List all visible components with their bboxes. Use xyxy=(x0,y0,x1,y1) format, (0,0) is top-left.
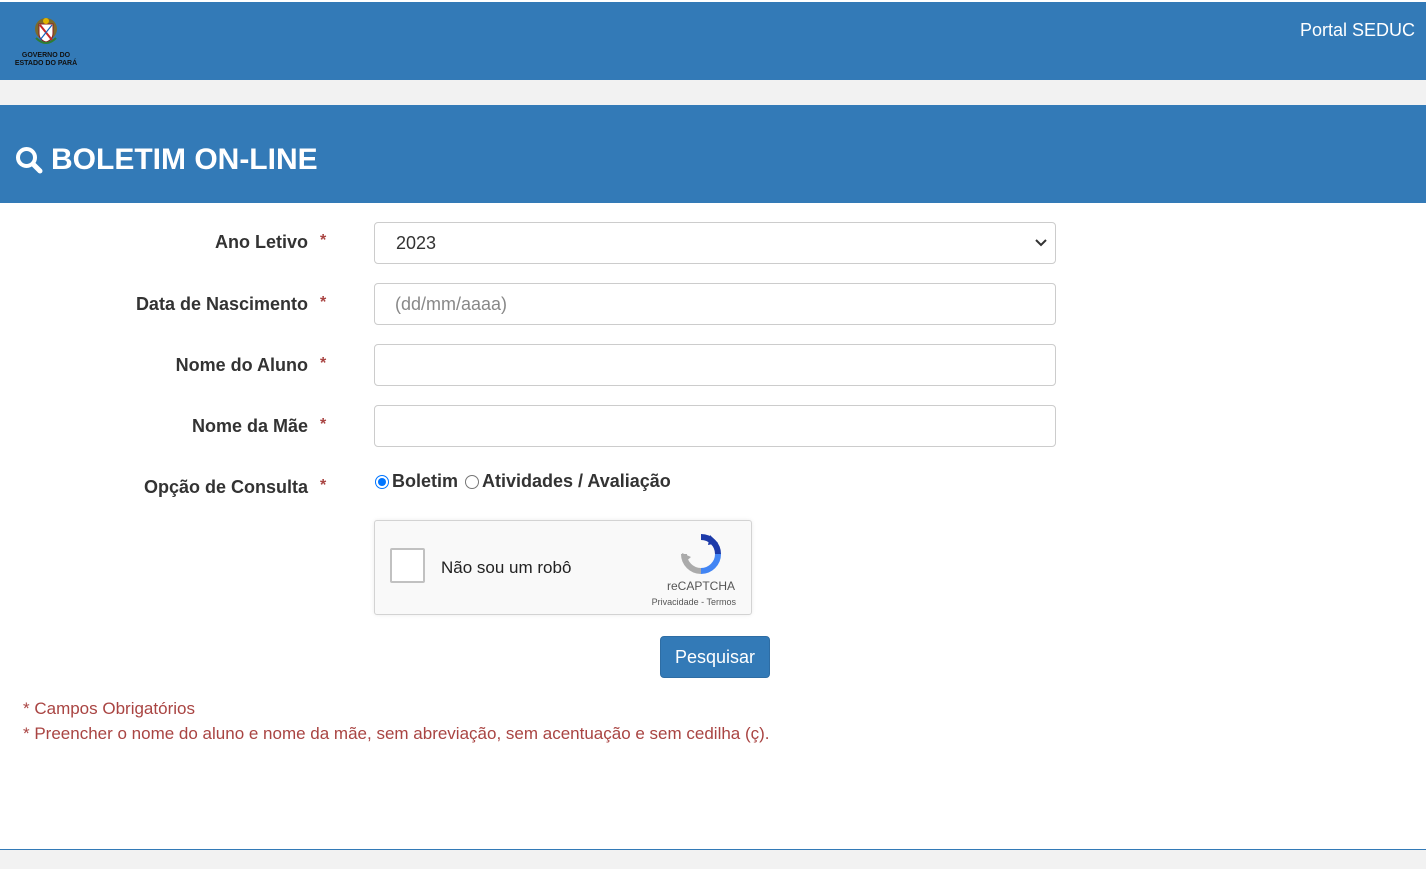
logo-text-line2: ESTADO DO PARÁ xyxy=(14,60,78,67)
data-nascimento-input[interactable] xyxy=(374,283,1056,325)
recaptcha-checkbox[interactable] xyxy=(390,548,425,583)
data-nascimento-label: Data de Nascimento xyxy=(135,294,308,314)
required-mark: * xyxy=(320,355,327,372)
atividades-radio-label[interactable]: Atividades / Avaliação xyxy=(482,471,671,492)
required-mark: * xyxy=(320,294,327,311)
recaptcha-widget: Não sou um robô reCAPTCHA Privacidade - … xyxy=(374,520,752,615)
pesquisar-button[interactable]: Pesquisar xyxy=(660,636,770,678)
nome-aluno-input[interactable] xyxy=(374,344,1056,386)
header-spacer xyxy=(0,80,1426,105)
chevron-down-icon xyxy=(1035,239,1047,247)
ano-letivo-label: Ano Letivo xyxy=(215,232,308,252)
nome-mae-input[interactable] xyxy=(374,405,1056,447)
recaptcha-links[interactable]: Privacidade - Termos xyxy=(652,597,736,607)
boletim-radio[interactable] xyxy=(375,474,389,489)
recaptcha-icon xyxy=(681,534,721,574)
required-mark: * xyxy=(320,232,327,249)
footer xyxy=(0,849,1426,869)
boletim-radio-label[interactable]: Boletim xyxy=(392,471,458,492)
required-fields-note: * Campos Obrigatórios xyxy=(23,699,195,718)
required-mark: * xyxy=(320,477,327,494)
opcao-consulta-group: Boletim Atividades / Avaliação xyxy=(374,471,677,492)
nome-aluno-label: Nome do Aluno xyxy=(175,355,308,375)
logo-text: GOVERNO DO ESTADO DO PARÁ xyxy=(12,52,80,68)
logo-text-line1: GOVERNO DO xyxy=(21,52,71,59)
fill-instructions-note: * Preencher o nome do aluno e nome da mã… xyxy=(23,724,770,743)
required-mark: * xyxy=(320,416,327,433)
atividades-radio[interactable] xyxy=(465,474,480,489)
page-title-text: BOLETIM ON-LINE xyxy=(51,143,318,176)
opcao-consulta-label: Opção de Consulta xyxy=(143,477,308,497)
ano-letivo-select[interactable]: 2023 xyxy=(374,222,1056,264)
top-header: GOVERNO DO ESTADO DO PARÁ Portal SEDUC xyxy=(0,2,1426,80)
coat-of-arms-icon xyxy=(35,18,57,44)
title-banner: BOLETIM ON-LINE xyxy=(0,105,1426,203)
nome-mae-label: Nome da Mãe xyxy=(191,416,308,436)
recaptcha-label: Não sou um robô xyxy=(441,558,572,577)
page-title: BOLETIM ON-LINE xyxy=(15,143,318,177)
ano-letivo-value: 2023 xyxy=(396,233,437,253)
government-logo[interactable]: GOVERNO DO ESTADO DO PARÁ xyxy=(12,14,80,72)
recaptcha-brand: reCAPTCHA xyxy=(666,579,735,593)
search-icon xyxy=(16,147,43,174)
portal-seduc-link[interactable]: Portal SEDUC xyxy=(1300,20,1415,41)
